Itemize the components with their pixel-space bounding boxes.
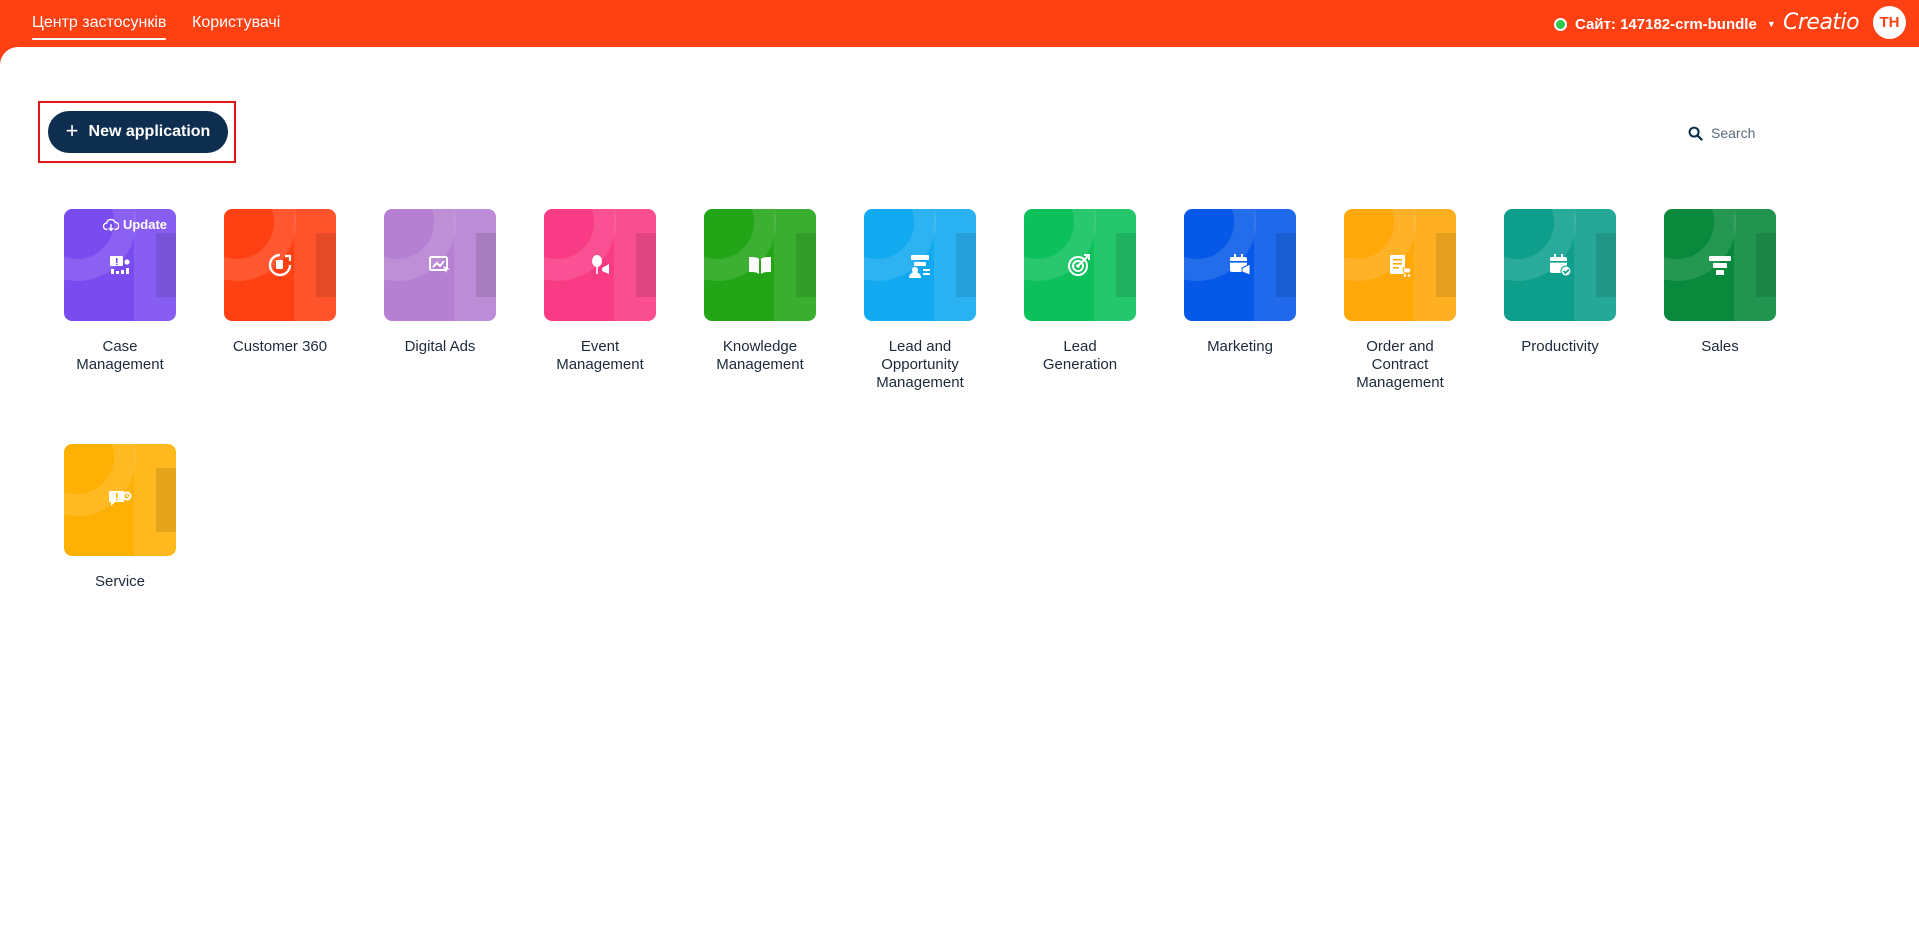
chevron-down-icon: ▼ bbox=[1766, 19, 1776, 29]
app-tile[interactable] bbox=[544, 209, 656, 321]
update-badge[interactable]: Update bbox=[102, 217, 167, 232]
app-hub-panel: + New application Update Case Management C… bbox=[0, 47, 1919, 951]
tile-decoration bbox=[156, 468, 176, 532]
app-tile[interactable] bbox=[384, 209, 496, 321]
target-icon bbox=[1067, 252, 1093, 278]
new-application-button[interactable]: + New application bbox=[48, 111, 228, 153]
app-label: Lead Generation bbox=[1042, 338, 1118, 373]
update-badge-label: Update bbox=[122, 217, 167, 232]
search-icon bbox=[1688, 126, 1703, 141]
tile-decoration bbox=[1756, 233, 1776, 297]
tile-decoration bbox=[636, 233, 656, 297]
app-card-customer-360[interactable]: Customer 360 bbox=[224, 209, 336, 392]
app-card-event-management[interactable]: Event Management bbox=[544, 209, 656, 392]
app-tile[interactable] bbox=[1024, 209, 1136, 321]
app-label: Event Management bbox=[556, 338, 644, 373]
app-tile[interactable] bbox=[704, 209, 816, 321]
site-label: Сайт: 147182-crm-bundle bbox=[1575, 15, 1757, 33]
digital-ads-icon bbox=[427, 252, 453, 278]
case-icon bbox=[107, 252, 133, 278]
app-tile[interactable] bbox=[224, 209, 336, 321]
app-label: Customer 360 bbox=[232, 338, 328, 355]
app-card-digital-ads[interactable]: Digital Ads bbox=[384, 209, 496, 392]
app-label: Lead and Opportunity Management bbox=[876, 338, 964, 391]
tile-decoration bbox=[316, 233, 336, 297]
app-card-productivity[interactable]: Productivity bbox=[1504, 209, 1616, 392]
app-card-order-and-contract-management[interactable]: Order and Contract Management bbox=[1344, 209, 1456, 392]
customer-360-icon bbox=[267, 252, 293, 278]
app-label: Knowledge Management bbox=[716, 338, 804, 373]
service-icon bbox=[107, 487, 133, 513]
app-tile[interactable] bbox=[1344, 209, 1456, 321]
tab-users[interactable]: Користувачі bbox=[192, 14, 280, 32]
tile-decoration bbox=[1276, 233, 1296, 297]
app-card-lead-and-opportunity-management[interactable]: Lead and Opportunity Management bbox=[864, 209, 976, 392]
app-card-service[interactable]: Service bbox=[64, 444, 176, 591]
app-label: Productivity bbox=[1521, 338, 1599, 355]
app-label: Service bbox=[94, 573, 146, 590]
lead-opportunity-icon bbox=[907, 252, 933, 278]
app-card-sales[interactable]: Sales bbox=[1664, 209, 1776, 392]
funnel-icon bbox=[1707, 252, 1733, 278]
tile-decoration bbox=[1116, 233, 1136, 297]
cloud-download-icon bbox=[102, 218, 119, 231]
tile-decoration bbox=[476, 233, 496, 297]
book-icon bbox=[747, 252, 773, 278]
app-card-case-management[interactable]: Update Case Management bbox=[64, 209, 176, 392]
app-tile[interactable] bbox=[1664, 209, 1776, 321]
app-label: Sales bbox=[1701, 338, 1739, 355]
tile-decoration bbox=[956, 233, 976, 297]
app-tile[interactable] bbox=[1184, 209, 1296, 321]
user-avatar[interactable]: TH bbox=[1873, 6, 1906, 39]
app-tile[interactable]: Update bbox=[64, 209, 176, 321]
site-status-icon bbox=[1554, 17, 1567, 31]
tab-app-hub[interactable]: Центр застосунків bbox=[32, 14, 167, 40]
app-label: Marketing bbox=[1207, 338, 1273, 355]
app-card-marketing[interactable]: Marketing bbox=[1184, 209, 1296, 392]
app-label: Case Management bbox=[76, 338, 164, 373]
search-box[interactable] bbox=[1688, 121, 1868, 145]
calendar-check-icon bbox=[1547, 252, 1573, 278]
app-grid: Update Case Management Customer 360 Digital… bbox=[64, 209, 1776, 591]
tile-decoration bbox=[1596, 233, 1616, 297]
plus-icon: + bbox=[65, 118, 79, 143]
marketing-icon bbox=[1227, 252, 1253, 278]
app-label: Digital Ads bbox=[404, 338, 476, 355]
search-input[interactable] bbox=[1711, 125, 1851, 141]
site-selector[interactable]: Сайт: 147182-crm-bundle ▼ bbox=[1554, 14, 1776, 34]
tile-decoration bbox=[156, 233, 176, 297]
new-application-label: New application bbox=[88, 123, 211, 140]
creatio-logo: Creatio bbox=[1783, 10, 1860, 35]
event-icon bbox=[587, 252, 613, 278]
app-tile[interactable] bbox=[1504, 209, 1616, 321]
app-tile[interactable] bbox=[64, 444, 176, 556]
tile-decoration bbox=[1436, 233, 1456, 297]
app-card-knowledge-management[interactable]: Knowledge Management bbox=[704, 209, 816, 392]
order-icon bbox=[1387, 252, 1413, 278]
tile-decoration bbox=[796, 233, 816, 297]
app-tile[interactable] bbox=[864, 209, 976, 321]
top-bar: Центр застосунків Користувачі Сайт: 1471… bbox=[0, 0, 1919, 47]
app-label: Order and Contract Management bbox=[1356, 338, 1444, 391]
app-card-lead-generation[interactable]: Lead Generation bbox=[1024, 209, 1136, 392]
